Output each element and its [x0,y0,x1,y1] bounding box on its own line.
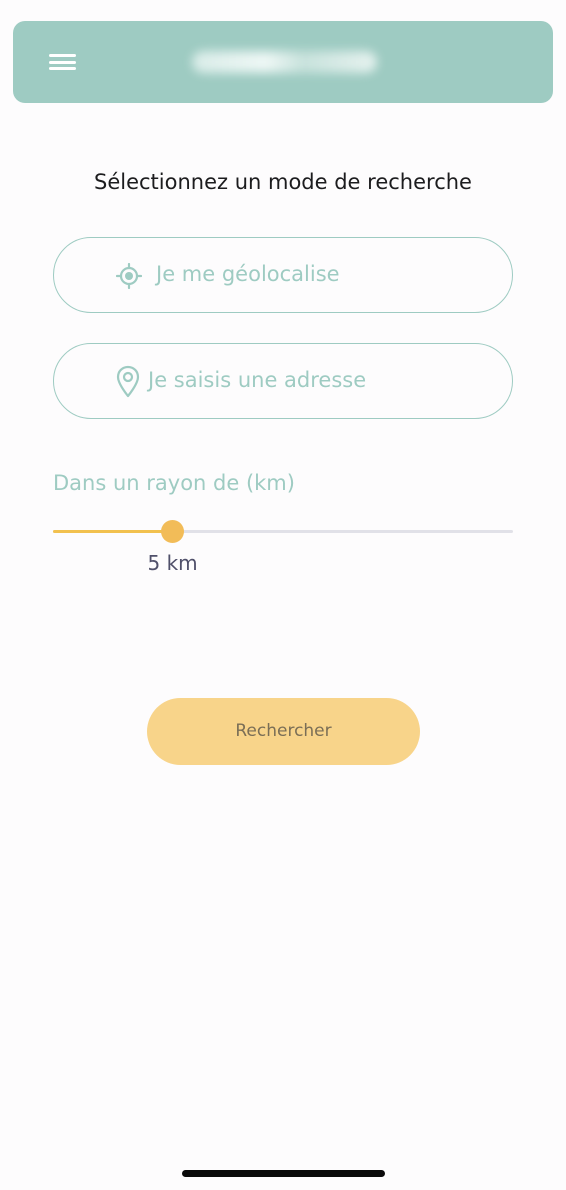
radius-slider[interactable] [53,517,513,547]
app-screen: Sélectionnez un mode de recherche Je me … [0,0,566,1190]
home-indicator [182,1170,385,1177]
map-pin-icon [116,365,140,398]
geolocate-label: Je me géolocalise [156,262,340,286]
search-button[interactable]: Rechercher [147,698,420,765]
slider-thumb[interactable] [161,520,185,543]
enter-address-label: Je saisis une adresse [148,368,367,392]
enter-address-button[interactable]: Je saisis une adresse [53,343,513,419]
crosshair-icon [116,263,142,289]
slider-fill [53,530,173,533]
hamburger-menu-icon[interactable] [49,50,79,74]
app-logo [187,41,382,83]
page-title: Sélectionnez un mode de recherche [94,170,472,194]
radius-value: 5 km [147,551,198,575]
app-header [13,21,553,103]
radius-label: Dans un rayon de (km) [53,471,295,495]
geolocate-button[interactable]: Je me géolocalise [53,237,513,313]
